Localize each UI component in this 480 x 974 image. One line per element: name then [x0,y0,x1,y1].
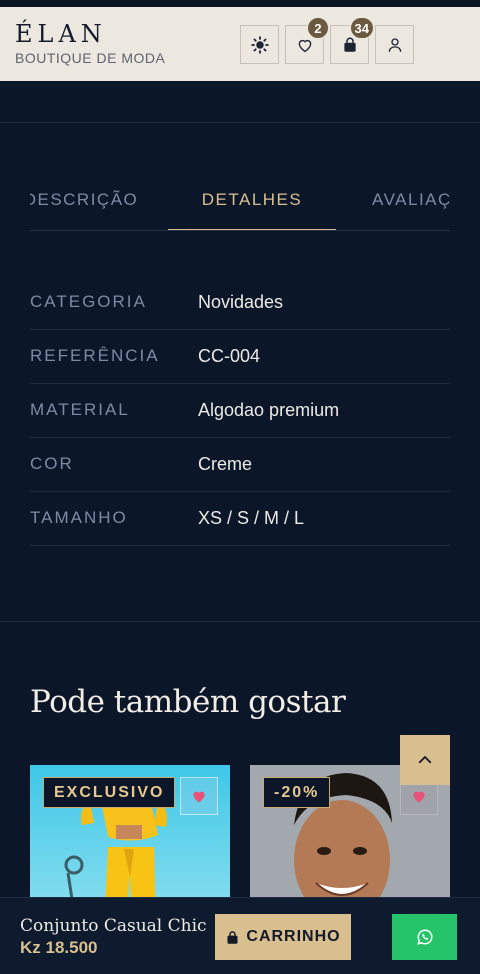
shopping-bag-icon [227,930,238,944]
cart-button[interactable]: 34 [330,17,374,64]
cart-badge: 34 [349,17,374,39]
product-price: Kz 18.500 [20,938,98,957]
sun-icon [250,35,269,54]
table-row: COR Creme [30,438,450,492]
details-table: CATEGORIA Novidades REFERÊNCIA CC-004 MA… [30,276,450,546]
detail-label: MATERIAL [30,400,130,419]
product-badge: -20% [263,777,331,808]
detail-label: REFERÊNCIA [30,346,160,365]
chevron-up-icon [418,756,432,764]
user-icon [388,37,401,52]
detail-label: TAMANHO [30,508,128,527]
section-divider [0,122,480,123]
table-row: REFERÊNCIA CC-004 [30,330,450,384]
detail-value: Creme [198,454,253,474]
detail-label: CATEGORIA [30,292,147,311]
scroll-to-top-button[interactable] [400,735,450,785]
tab-avaliacoes[interactable]: AVALIAÇÕES [360,170,450,230]
heart-icon [193,791,205,803]
site-header: ÉLAN BOUTIQUE DE MODA 2 34 [0,7,480,81]
tagline: BOUTIQUE DE MODA [15,50,166,66]
tab-descricao[interactable]: DESCRIÇÃO [30,170,146,230]
detail-value: Novidades [198,292,284,312]
related-products-title: Pode também gostar [30,684,346,720]
top-strip [0,0,480,7]
heart-icon [298,39,311,52]
theme-toggle-button[interactable] [240,25,279,64]
brand[interactable]: ÉLAN BOUTIQUE DE MODA [15,21,165,66]
tab-detalhes[interactable]: DETALHES [168,170,336,230]
heart-icon [413,791,425,803]
logo: ÉLAN [15,20,107,48]
account-button[interactable] [375,25,414,64]
table-row: MATERIAL Algodao premium [30,384,450,438]
add-to-cart-label: CARRINHO [246,928,341,945]
favorite-button[interactable] [180,777,218,815]
detail-value: Algodao premium [198,400,340,420]
whatsapp-button[interactable] [392,914,457,960]
shopping-bag-icon [343,37,356,52]
detail-value: XS / S / M / L [198,508,305,528]
sticky-purchase-bar: Conjunto Casual Chic Kz 18.500 CARRINHO [0,897,480,974]
detail-label: COR [30,454,74,473]
product-tabs: DESCRIÇÃO DETALHES AVALIAÇÕES [30,170,450,231]
detail-value: CC-004 [198,346,261,366]
product-badge: EXCLUSIVO [43,777,176,808]
table-row: TAMANHO XS / S / M / L [30,492,450,546]
whatsapp-icon [416,929,433,945]
product-name: Conjunto Casual Chic [20,916,207,936]
section-divider [0,621,480,622]
wishlist-badge: 2 [307,17,329,39]
wishlist-button[interactable]: 2 [285,17,329,64]
add-to-cart-button[interactable]: CARRINHO [215,914,351,960]
table-row: CATEGORIA Novidades [30,276,450,330]
